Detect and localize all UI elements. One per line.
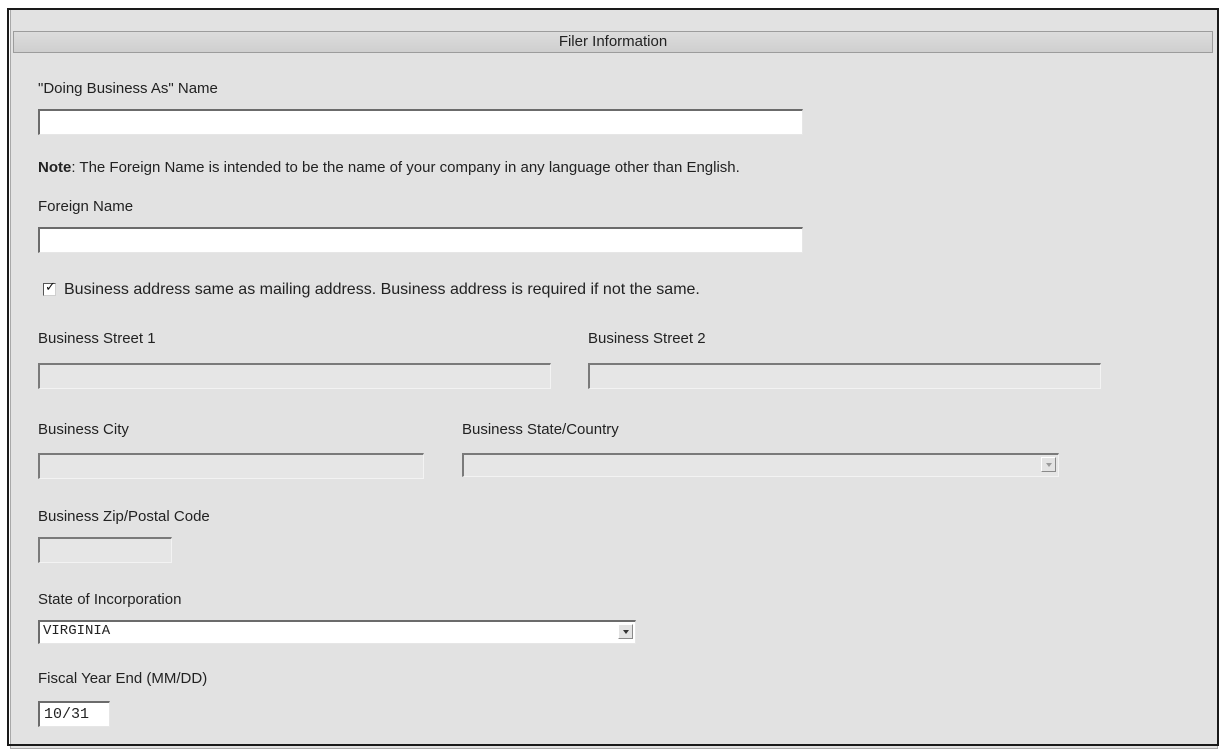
business-street-2-label: Business Street 2: [588, 330, 706, 347]
state-of-incorporation-dropdown-button[interactable]: [618, 624, 633, 639]
section-header: Filer Information: [13, 31, 1213, 53]
same-address-checkbox[interactable]: ✓: [43, 280, 56, 296]
foreign-name-note: Note: The Foreign Name is intended to be…: [38, 159, 740, 177]
state-of-incorporation-label: State of Incorporation: [38, 591, 182, 608]
dba-label: "Doing Business As" Name: [38, 80, 218, 97]
business-city-input[interactable]: [38, 453, 424, 479]
business-zip-label: Business Zip/Postal Code: [38, 508, 210, 525]
fiscal-year-end-label: Fiscal Year End (MM/DD): [38, 670, 208, 687]
chevron-down-icon: [623, 630, 629, 634]
business-state-dropdown-button[interactable]: [1041, 457, 1056, 472]
business-street-1-label: Business Street 1: [38, 330, 156, 347]
check-icon: ✓: [45, 280, 56, 295]
section-title: Filer Information: [558, 33, 668, 50]
business-zip-input[interactable]: [38, 537, 172, 563]
state-of-incorporation-select[interactable]: VIRGINIA: [38, 620, 636, 644]
dba-name-input[interactable]: [38, 109, 803, 135]
chevron-down-icon: [1046, 463, 1052, 467]
note-text: : The Foreign Name is intended to be the…: [71, 159, 740, 176]
business-state-country-label: Business State/Country: [462, 421, 619, 438]
state-of-incorporation-value: VIRGINIA: [43, 623, 111, 639]
business-state-country-select[interactable]: [462, 453, 1059, 477]
note-bold-label: Note: [38, 159, 72, 176]
business-street-2-input[interactable]: [588, 363, 1101, 389]
foreign-name-label: Foreign Name: [38, 198, 134, 215]
fiscal-year-end-input[interactable]: [38, 701, 110, 727]
same-address-label: Business address same as mailing address…: [64, 281, 700, 298]
foreign-name-input[interactable]: [38, 227, 803, 253]
business-city-label: Business City: [38, 421, 129, 438]
business-street-1-input[interactable]: [38, 363, 551, 389]
